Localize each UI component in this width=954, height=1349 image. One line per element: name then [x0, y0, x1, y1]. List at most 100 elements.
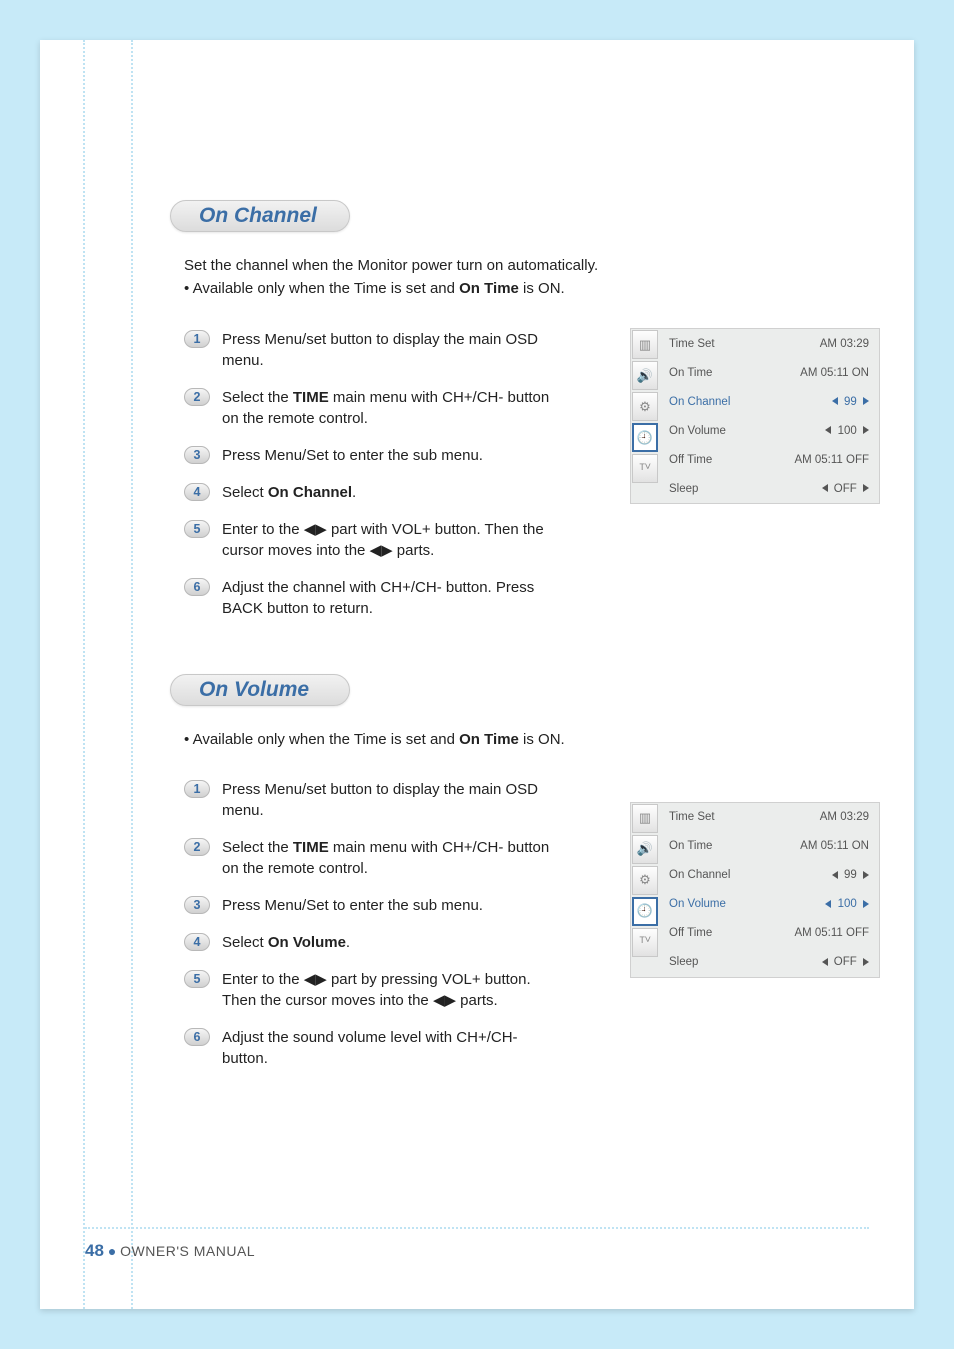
- osd-row: On Volume 100: [669, 416, 869, 445]
- triangle-left-icon: [832, 871, 838, 879]
- step-text: Press Menu/set button to display the mai…: [222, 329, 564, 371]
- step-number-badge: 6: [184, 1028, 210, 1046]
- osd-row: On Channel 99: [669, 387, 869, 416]
- step-item: 6 Adjust the channel with CH+/CH- button.…: [184, 577, 564, 619]
- step-number-badge: 1: [184, 330, 210, 348]
- osd-icon-column: ▥🔊⚙🕘ᵀⱽ: [631, 329, 659, 503]
- osd-menu-icon: 🔊: [632, 835, 658, 864]
- osd-row-value: 99: [832, 869, 869, 881]
- page-number: 48: [85, 1241, 104, 1260]
- intro-line2: • Available only when the Time is set an…: [184, 728, 880, 751]
- triangle-left-icon: [825, 426, 831, 434]
- step-text: Press Menu/Set to enter the sub menu.: [222, 895, 483, 916]
- step-item: 3Press Menu/Set to enter the sub menu.: [184, 445, 564, 466]
- triangle-right-icon: [863, 900, 869, 908]
- step-number-badge: 1: [184, 780, 210, 798]
- osd-body: ▥🔊⚙🕘ᵀⱽ Time SetAM 03:29On TimeAM 05:11 O…: [631, 803, 879, 977]
- osd-row-value: OFF: [822, 483, 869, 495]
- step-number-badge: 5: [184, 520, 210, 538]
- left-margin-decor: [83, 40, 133, 1309]
- osd-row-value: 100: [825, 898, 869, 910]
- triangle-left-icon: [832, 397, 838, 405]
- text-fragment: • Available only when the Time is set an…: [184, 731, 459, 748]
- triangle-right-icon: [863, 871, 869, 879]
- step-item: 6 Adjust the sound volume level with CH+/…: [184, 1027, 564, 1069]
- step-text: Select On Channel.: [222, 482, 356, 503]
- triangle-right-icon: [863, 958, 869, 966]
- step-text: Adjust the sound volume level with CH+/C…: [222, 1027, 564, 1069]
- osd-rows: Time SetAM 03:29 On Time AM 05:11 ON On Cha…: [659, 329, 879, 503]
- osd-row: On Volume 100: [669, 890, 869, 919]
- intro-text: Set the channel when the Monitor power t…: [184, 254, 880, 301]
- text-fragment: is ON.: [519, 731, 565, 748]
- osd-menu-icon: ▥: [632, 330, 658, 359]
- osd-row-value: AM 03:29: [820, 811, 869, 823]
- osd-menu-icon: 🔊: [632, 361, 658, 390]
- steps-list-on-channel: 1 Press Menu/set button to display the ma…: [184, 329, 564, 619]
- osd-menu-icon: 🕘: [632, 897, 658, 926]
- osd-row-label: On Volume: [669, 425, 726, 437]
- content-area: On Channel Set the channel when the Moni…: [170, 200, 880, 1069]
- osd-row-label: On Channel: [669, 396, 730, 408]
- osd-row-label: Sleep: [669, 956, 698, 968]
- steps-list-on-volume: 1Press Menu/set button to display the ma…: [184, 779, 564, 1069]
- osd-row: Off TimeAM 05:11 OFF: [669, 445, 869, 474]
- osd-row-label: Off Time: [669, 927, 712, 939]
- osd-value-text: 100: [834, 898, 860, 910]
- step-number-badge: 4: [184, 483, 210, 501]
- osd-row-value: AM 05:11 OFF: [794, 927, 869, 939]
- osd-value-text: 100: [834, 425, 860, 437]
- osd-row-label: On Time: [669, 367, 712, 379]
- osd-menu-icon: ⚙: [632, 866, 658, 895]
- osd-row: Time SetAM 03:29: [669, 329, 869, 358]
- step-number-badge: 4: [184, 933, 210, 951]
- step-number-badge: 3: [184, 896, 210, 914]
- osd-row-value: AM 05:11 ON: [800, 367, 869, 379]
- page: On Channel Set the channel when the Moni…: [40, 40, 914, 1309]
- section-on-channel: On Channel Set the channel when the Moni…: [170, 200, 880, 619]
- section-heading: On Channel: [170, 200, 350, 232]
- osd-row: On TimeAM 05:11 ON: [669, 832, 869, 861]
- osd-body: ▥🔊⚙🕘ᵀⱽ Time SetAM 03:29 On Time AM 05:11 O…: [631, 329, 879, 503]
- step-text: Select On Volume.: [222, 932, 350, 953]
- triangle-right-icon: [863, 397, 869, 405]
- step-item: 5Enter to the ◀▶ part with VOL+ button. …: [184, 519, 564, 561]
- triangle-left-icon: [822, 484, 828, 492]
- step-text: Enter to the ◀▶ part by pressing VOL+ bu…: [222, 969, 564, 1011]
- osd-row: On Time AM 05:11 ON: [669, 358, 869, 387]
- page-footer: 48 ● OWNER'S MANUAL: [85, 1227, 869, 1261]
- triangle-right-icon: [863, 426, 869, 434]
- osd-icon-column: ▥🔊⚙🕘ᵀⱽ: [631, 803, 659, 977]
- osd-row: Off Time AM 05:11 OFF: [669, 919, 869, 948]
- osd-menu-icon: 🕘: [632, 423, 658, 452]
- intro-text: • Available only when the Time is set an…: [184, 728, 880, 751]
- osd-row: Sleep OFF: [669, 948, 869, 977]
- osd-row-value: AM 03:29: [820, 338, 869, 350]
- bold-text: On Time: [459, 280, 519, 297]
- step-text: Adjust the channel with CH+/CH- button. …: [222, 577, 564, 619]
- osd-menu-icon: ▥: [632, 804, 658, 833]
- osd-value-text: OFF: [831, 956, 860, 968]
- osd-row-label: On Channel: [669, 869, 730, 881]
- footer-label: OWNER'S MANUAL: [120, 1243, 255, 1259]
- step-number-badge: 6: [184, 578, 210, 596]
- osd-value-text: OFF: [831, 483, 860, 495]
- osd-value-text: 99: [841, 869, 860, 881]
- step-number-badge: 2: [184, 838, 210, 856]
- osd-row-value: OFF: [822, 956, 869, 968]
- step-item: 1 Press Menu/set button to display the ma…: [184, 329, 564, 371]
- osd-menu-icon: ⚙: [632, 392, 658, 421]
- osd-row: Time SetAM 03:29: [669, 803, 869, 832]
- osd-row-value: 100: [825, 425, 869, 437]
- intro-line1: Set the channel when the Monitor power t…: [184, 254, 880, 277]
- osd-row-value: 99: [832, 396, 869, 408]
- osd-value-text: 99: [841, 396, 860, 408]
- osd-preview-on-channel: ▥🔊⚙🕘ᵀⱽ Time SetAM 03:29 On Time AM 05:11 O…: [630, 328, 880, 504]
- section-heading: On Volume: [170, 674, 350, 706]
- osd-row-value: AM 05:11 ON: [800, 840, 869, 852]
- osd-menu-icon: ᵀⱽ: [632, 454, 658, 483]
- step-item: 4 Select On Channel.: [184, 482, 564, 503]
- step-text: Select the TIME main menu with CH+/CH- b…: [222, 837, 564, 879]
- osd-row: Sleep OFF: [669, 474, 869, 503]
- intro-line2: • Available only when the Time is set an…: [184, 277, 880, 300]
